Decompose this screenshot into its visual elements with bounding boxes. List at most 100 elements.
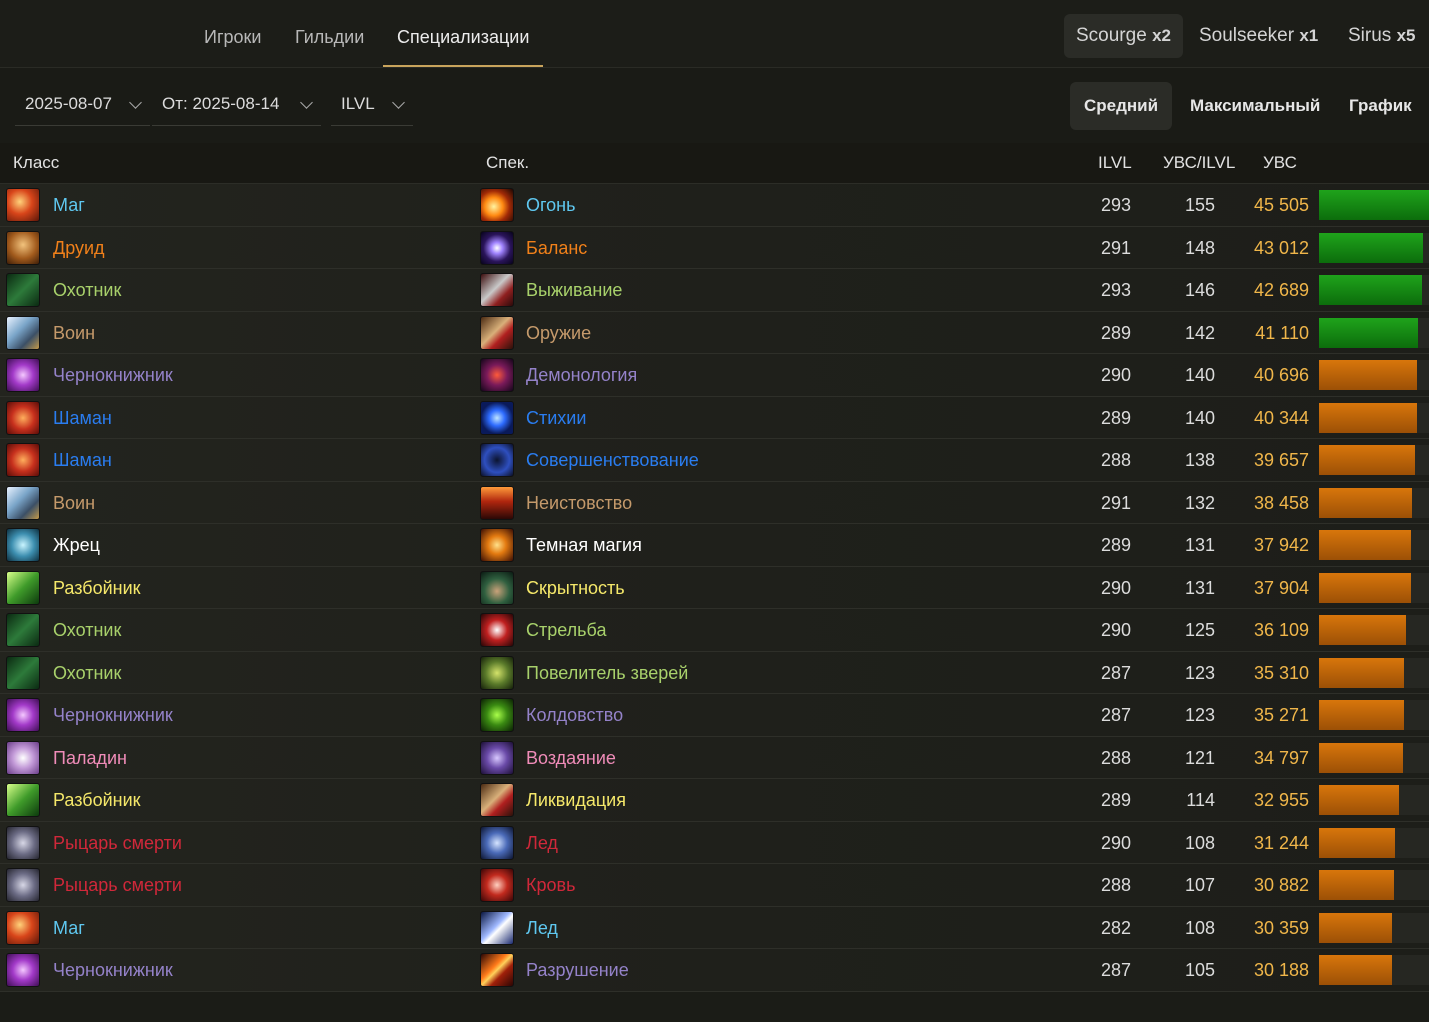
table-body: Маг Огонь 293 155 45 505 Друид Баланс 291 148 43 … xyxy=(0,184,1429,992)
class-name[interactable]: Маг xyxy=(53,918,85,939)
header-spec[interactable]: Спек. xyxy=(486,153,529,173)
spec-name[interactable]: Темная магия xyxy=(526,535,642,556)
dps-bar-track xyxy=(1319,657,1429,688)
spec-name[interactable]: Колдовство xyxy=(526,705,623,726)
subtlety-icon xyxy=(480,570,514,605)
elemental-icon xyxy=(480,400,514,435)
table-row[interactable]: Паладин Воздаяние 288 121 34 797 xyxy=(0,736,1429,779)
spec-name[interactable]: Ликвидация xyxy=(526,790,626,811)
chevron-down-icon xyxy=(129,96,142,109)
table-row[interactable]: Охотник Стрельба 290 125 36 109 xyxy=(0,609,1429,652)
table-row[interactable]: Чернокнижник Разрушение 287 105 30 188 xyxy=(0,949,1429,992)
class-name[interactable]: Охотник xyxy=(53,280,121,301)
spec-name[interactable]: Баланс xyxy=(526,238,587,259)
server-soulseeker[interactable]: Soulseeker x1 xyxy=(1187,14,1330,58)
class-name[interactable]: Рыцарь смерти xyxy=(53,833,182,854)
class-name[interactable]: Шаман xyxy=(53,450,112,471)
mage-icon xyxy=(6,910,40,945)
table-row[interactable]: Жрец Темная магия 289 131 37 942 xyxy=(0,524,1429,567)
table-row[interactable]: Маг Огонь 293 155 45 505 xyxy=(0,184,1429,227)
class-name[interactable]: Воин xyxy=(53,493,95,514)
spec-name[interactable]: Лед xyxy=(526,918,558,939)
spec-name[interactable]: Лед xyxy=(526,833,558,854)
spec-name[interactable]: Воздаяние xyxy=(526,748,616,769)
class-name[interactable]: Шаман xyxy=(53,408,112,429)
deathknight-icon xyxy=(6,825,40,860)
table-row[interactable]: Друид Баланс 291 148 43 012 xyxy=(0,226,1429,269)
balance-icon xyxy=(480,230,514,265)
class-name[interactable]: Чернокнижник xyxy=(53,365,173,386)
class-name[interactable]: Маг xyxy=(53,195,85,216)
class-name[interactable]: Жрец xyxy=(53,535,100,556)
tab-guilds[interactable]: Гильдии xyxy=(295,0,364,67)
tab-players[interactable]: Игроки xyxy=(204,0,261,67)
header-dps[interactable]: УВС xyxy=(1263,153,1297,173)
class-name[interactable]: Паладин xyxy=(53,748,127,769)
dps-per-ilvl-value: 105 xyxy=(1184,960,1215,980)
dps-bar xyxy=(1319,870,1394,900)
class-name[interactable]: Чернокнижник xyxy=(53,960,173,981)
table-row[interactable]: Рыцарь смерти Лед 290 108 31 244 xyxy=(0,821,1429,864)
server-rate: x2 xyxy=(1152,26,1171,45)
metric-select[interactable]: ILVL xyxy=(331,90,413,126)
class-name[interactable]: Охотник xyxy=(53,620,121,641)
header-dps-per-ilvl[interactable]: УВС/ILVL xyxy=(1163,153,1235,173)
dps-per-ilvl-value: 140 xyxy=(1184,407,1215,428)
spec-name[interactable]: Разрушение xyxy=(526,960,629,981)
date-from-select[interactable]: От: 2025-08-14 xyxy=(152,90,321,126)
table-row[interactable]: Рыцарь смерти Кровь 288 107 30 882 xyxy=(0,864,1429,907)
table-row[interactable]: Воин Неистовство 291 132 38 458 xyxy=(0,481,1429,524)
dps-bar xyxy=(1319,955,1392,985)
spec-name[interactable]: Совершенствование xyxy=(526,450,699,471)
blood-icon xyxy=(480,868,514,902)
spec-name[interactable]: Выживание xyxy=(526,280,622,301)
class-name[interactable]: Чернокнижник xyxy=(53,705,173,726)
spec-name[interactable]: Скрытность xyxy=(526,578,625,599)
spec-name[interactable]: Кровь xyxy=(526,875,575,896)
dps-bar xyxy=(1319,487,1412,518)
spec-name[interactable]: Неистовство xyxy=(526,493,632,514)
server-sirus[interactable]: Sirus x5 xyxy=(1336,14,1428,58)
class-name[interactable]: Разбойник xyxy=(53,790,141,811)
dps-value: 45 505 xyxy=(1253,195,1309,215)
ilvl-value: 289 xyxy=(1100,407,1131,428)
class-name[interactable]: Воин xyxy=(53,323,95,344)
spec-name[interactable]: Повелитель зверей xyxy=(526,663,688,684)
class-name[interactable]: Друид xyxy=(53,238,105,259)
ilvl-value: 293 xyxy=(1100,280,1131,300)
date-to-select[interactable]: 2025-08-07 xyxy=(15,90,150,126)
table-row[interactable]: Шаман Стихии 289 140 40 344 xyxy=(0,396,1429,439)
table-row[interactable]: Разбойник Ликвидация 289 114 32 955 xyxy=(0,779,1429,822)
dps-bar-track xyxy=(1319,742,1429,773)
dps-bar-track xyxy=(1319,572,1429,603)
table-row[interactable]: Воин Оружие 289 142 41 110 xyxy=(0,311,1429,354)
spec-name[interactable]: Огонь xyxy=(526,195,576,216)
header-class[interactable]: Класс xyxy=(13,153,59,173)
spec-name[interactable]: Стрельба xyxy=(526,620,606,641)
affliction-icon xyxy=(480,698,514,732)
dps-bar xyxy=(1319,232,1423,263)
header-ilvl[interactable]: ILVL xyxy=(1098,153,1132,173)
table-row[interactable]: Шаман Совершенствование 288 138 39 657 xyxy=(0,439,1429,482)
class-name[interactable]: Охотник xyxy=(53,663,121,684)
table-row[interactable]: Маг Лед 282 108 30 359 xyxy=(0,906,1429,949)
mode-max-button[interactable]: Максимальный xyxy=(1176,82,1334,130)
spec-name[interactable]: Оружие xyxy=(526,323,591,344)
table-row[interactable]: Охотник Выживание 293 146 42 689 xyxy=(0,269,1429,312)
class-name[interactable]: Разбойник xyxy=(53,578,141,599)
dps-per-ilvl-value: 131 xyxy=(1184,535,1215,555)
date-to-value: 2025-08-07 xyxy=(25,94,112,113)
mode-graph-button[interactable]: График xyxy=(1335,82,1426,130)
spec-name[interactable]: Стихии xyxy=(526,408,586,429)
tab-specializations[interactable]: Специализации xyxy=(382,0,544,67)
mode-average-button[interactable]: Средний xyxy=(1070,82,1173,130)
warlock-icon xyxy=(6,953,40,987)
class-name[interactable]: Рыцарь смерти xyxy=(53,875,182,896)
table-row[interactable]: Чернокнижник Демонология 290 140 40 696 xyxy=(0,354,1429,397)
server-scourge[interactable]: Scourge x2 xyxy=(1064,14,1183,58)
table-row[interactable]: Чернокнижник Колдовство 287 123 35 271 xyxy=(0,694,1429,737)
table-row[interactable]: Охотник Повелитель зверей 287 123 35 310 xyxy=(0,651,1429,694)
table-row[interactable]: Разбойник Скрытность 290 131 37 904 xyxy=(0,566,1429,609)
spec-name[interactable]: Демонология xyxy=(526,365,637,386)
dps-bar-track xyxy=(1319,912,1429,943)
